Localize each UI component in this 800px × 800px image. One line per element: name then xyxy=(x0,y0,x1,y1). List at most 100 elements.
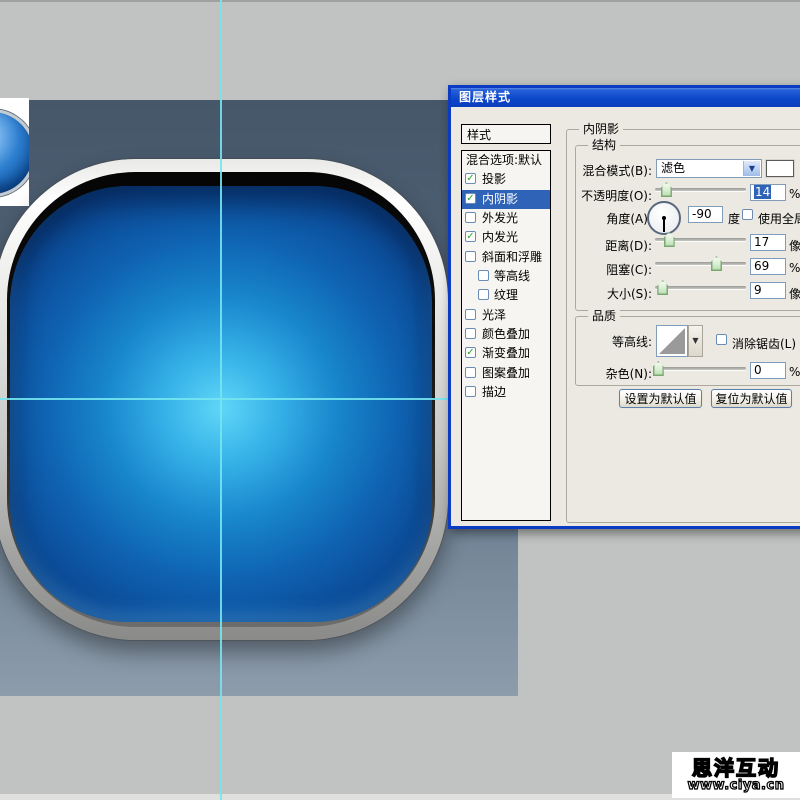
layer-style-dialog: 图层样式 样式 混合选项:默认 ✓ 投影 ✓ 内阴影外发光✓内发光斜面和浮雕等高线纹理光… xyxy=(448,85,800,529)
style-list-item-5[interactable]: 斜面和浮雕 xyxy=(462,248,550,267)
window-top-edge xyxy=(0,0,800,2)
contour-dropdown-arrow[interactable]: ▼ xyxy=(688,325,703,357)
chevron-down-icon[interactable]: ▼ xyxy=(743,161,760,176)
opacity-slider[interactable] xyxy=(655,182,746,197)
style-item-checkbox[interactable] xyxy=(465,251,476,262)
noise-slider-thumb[interactable] xyxy=(653,361,664,376)
structure-group: 结构 混合模式(B): 滤色 ▼ 不透明度(O): 14 % 角度(A): xyxy=(575,145,800,311)
use-global-light-checkbox[interactable] xyxy=(742,209,753,220)
watermark-url: www.ciya.cn xyxy=(688,779,785,793)
style-list-item-10[interactable]: ✓ 渐变叠加 xyxy=(462,344,550,363)
blue-sphere-thumbnail xyxy=(0,109,29,197)
noise-label: 杂色(N): xyxy=(578,365,652,382)
choke-slider-thumb[interactable] xyxy=(711,256,722,271)
style-item-checkbox[interactable] xyxy=(478,289,489,300)
style-item-checkbox[interactable] xyxy=(478,270,489,281)
blend-mode-select[interactable]: 滤色 ▼ xyxy=(656,159,762,178)
opacity-slider-thumb[interactable] xyxy=(661,182,672,197)
distance-slider-thumb[interactable] xyxy=(664,232,675,247)
style-item-label: 内阴影 xyxy=(482,190,518,209)
angle-value: -90 xyxy=(692,207,712,221)
style-list-item-11[interactable]: 图案叠加 xyxy=(462,364,550,383)
dialog-titlebar[interactable]: 图层样式 xyxy=(451,88,800,107)
size-input[interactable]: 9 xyxy=(750,282,786,299)
size-slider-thumb[interactable] xyxy=(657,280,668,295)
slider-track xyxy=(655,286,746,289)
style-list-item-12[interactable]: 描边 xyxy=(462,383,550,402)
choke-value: 69 xyxy=(754,259,769,273)
contour-picker[interactable] xyxy=(656,325,688,357)
opacity-unit: % xyxy=(789,187,800,201)
style-item-checkbox[interactable]: ✓ xyxy=(465,173,476,184)
blend-mode-value: 滤色 xyxy=(661,161,685,175)
horizontal-guide xyxy=(0,398,448,400)
style-list-item-4[interactable]: ✓内发光 xyxy=(462,228,550,247)
style-list-item-6[interactable]: 等高线 xyxy=(462,267,550,286)
slider-track xyxy=(655,367,746,370)
structure-group-title: 结构 xyxy=(588,138,620,152)
style-item-label: 渐变叠加 xyxy=(482,344,530,363)
dialog-title: 图层样式 xyxy=(459,90,511,104)
size-slider[interactable] xyxy=(655,280,746,295)
angle-dial[interactable] xyxy=(647,201,681,235)
blend-mode-label: 混合模式(B): xyxy=(578,162,652,179)
style-list-item-0[interactable]: 混合选项:默认 xyxy=(462,151,550,170)
contour-thumbnail xyxy=(659,328,685,354)
slider-track xyxy=(655,262,746,265)
style-list-item-7[interactable]: 纹理 xyxy=(462,286,550,305)
quality-group: 品质 等高线: ▼ 消除锯齿(L) 杂色(N): 0 % xyxy=(575,316,800,386)
reset-default-button[interactable]: 复位为默认值 xyxy=(711,389,792,408)
angle-label: 角度(A): xyxy=(578,210,652,227)
dial-needle xyxy=(663,219,665,232)
size-label: 大小(S): xyxy=(578,285,652,302)
distance-value: 17 xyxy=(754,235,769,249)
inner-shadow-panel: 内阴影 结构 混合模式(B): 滤色 ▼ 不透明度(O): 14 % 角度(A)… xyxy=(566,129,800,523)
opacity-input[interactable]: 14 xyxy=(750,184,786,201)
style-item-label: 颜色叠加 xyxy=(482,325,530,344)
noise-input[interactable]: 0 xyxy=(750,362,786,379)
angle-input[interactable]: -90 xyxy=(688,206,723,223)
floating-preview-window[interactable] xyxy=(0,98,29,206)
antialias-checkbox[interactable] xyxy=(716,334,727,345)
quality-group-title: 品质 xyxy=(588,309,620,323)
size-value: 9 xyxy=(754,283,762,297)
style-item-label: 外发光 xyxy=(482,209,518,228)
style-item-label: 图案叠加 xyxy=(482,364,530,383)
noise-slider[interactable] xyxy=(655,361,746,376)
angle-unit: 度 xyxy=(728,210,740,227)
opacity-label: 不透明度(O): xyxy=(578,187,652,204)
style-list-item-8[interactable]: 光泽 xyxy=(462,306,550,325)
set-default-button[interactable]: 设置为默认值 xyxy=(619,389,702,408)
style-item-label: 描边 xyxy=(482,383,506,402)
style-item-checkbox[interactable]: ✓ xyxy=(465,231,476,242)
style-item-label: 纹理 xyxy=(494,286,518,305)
style-item-checkbox[interactable]: ✓ xyxy=(465,347,476,358)
distance-label: 距离(D): xyxy=(578,237,652,254)
choke-slider[interactable] xyxy=(655,256,746,271)
style-list-item-2[interactable]: ✓ 内阴影 xyxy=(462,190,550,209)
opacity-value: 14 xyxy=(754,185,771,199)
choke-label: 阻塞(C): xyxy=(578,261,652,278)
noise-unit: % xyxy=(789,365,800,379)
style-list-item-1[interactable]: ✓ 投影 xyxy=(462,170,550,189)
style-item-checkbox[interactable] xyxy=(465,212,476,223)
vertical-guide xyxy=(220,0,222,800)
style-item-checkbox[interactable] xyxy=(465,367,476,378)
style-item-checkbox[interactable]: ✓ xyxy=(465,193,476,204)
style-item-label: 投影 xyxy=(482,170,506,189)
style-item-label: 等高线 xyxy=(494,267,530,286)
style-item-checkbox[interactable] xyxy=(465,386,476,397)
style-item-checkbox[interactable] xyxy=(465,309,476,320)
style-list-item-3[interactable]: 外发光 xyxy=(462,209,550,228)
shadow-color-swatch[interactable] xyxy=(766,160,794,177)
style-item-checkbox[interactable] xyxy=(465,328,476,339)
size-unit: 像素 xyxy=(789,285,800,302)
distance-slider[interactable] xyxy=(655,232,746,247)
dialog-content: 样式 混合选项:默认 ✓ 投影 ✓ 内阴影外发光✓内发光斜面和浮雕等高线纹理光泽颜色叠加… xyxy=(451,107,800,526)
style-item-label: 混合选项:默认 xyxy=(466,151,542,170)
choke-input[interactable]: 69 xyxy=(750,258,786,275)
styles-header: 样式 xyxy=(461,124,551,144)
style-list-item-9[interactable]: 颜色叠加 xyxy=(462,325,550,344)
noise-value: 0 xyxy=(754,363,762,377)
distance-input[interactable]: 17 xyxy=(750,234,786,251)
